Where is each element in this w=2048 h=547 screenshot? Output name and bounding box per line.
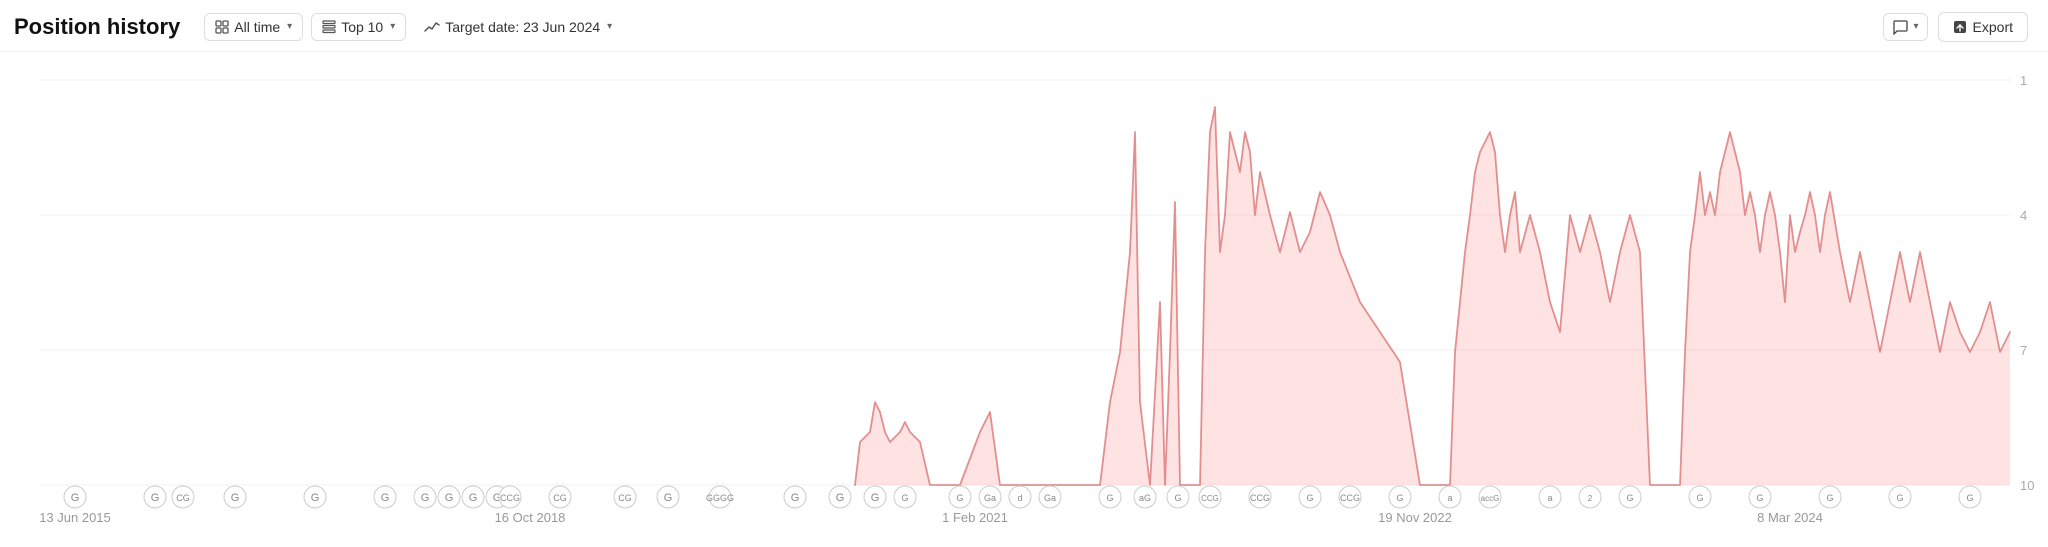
svg-text:G: G xyxy=(1174,493,1181,503)
chevron-down-icon-2: ▾ xyxy=(390,21,395,32)
comment-icon xyxy=(1892,19,1908,35)
trend-icon xyxy=(424,20,440,34)
marker-group-2021: G G G G Ga d Ga xyxy=(829,486,1061,508)
svg-text:d: d xyxy=(1017,493,1022,503)
svg-text:G: G xyxy=(231,492,240,504)
marker-group-mid: CCG CG CG G GGGG G xyxy=(499,486,806,508)
y-label-1: 1 xyxy=(2020,73,2027,88)
svg-text:GGGG: GGGG xyxy=(706,493,734,503)
position-history-chart: 1 4 7 10 13 Jun 2015 16 Oct 2018 1 Feb 2… xyxy=(0,52,2048,542)
svg-text:CCG: CCG xyxy=(1250,493,1270,503)
y-label-7: 7 xyxy=(2020,343,2027,358)
right-controls: ▾ Export xyxy=(1883,12,2029,42)
marker-group-left: G G CG G G G G G xyxy=(64,486,508,508)
marker-group-2022: G aG G CCG CCG G CCG G xyxy=(1099,486,1411,508)
svg-text:G: G xyxy=(901,493,908,503)
svg-text:G: G xyxy=(1106,493,1113,503)
y-label-10: 10 xyxy=(2020,478,2034,493)
svg-text:CCG: CCG xyxy=(1340,493,1360,503)
target-date-label: Target date: 23 Jun 2024 xyxy=(445,19,600,35)
svg-text:G: G xyxy=(664,492,673,504)
svg-text:2: 2 xyxy=(1588,494,1593,503)
svg-text:accG: accG xyxy=(1481,494,1500,503)
grid-icon xyxy=(215,20,229,34)
svg-text:Ga: Ga xyxy=(1044,493,1056,503)
svg-text:G: G xyxy=(381,492,390,504)
chart-area: 1 4 7 10 13 Jun 2015 16 Oct 2018 1 Feb 2… xyxy=(0,52,2048,542)
export-label: Export xyxy=(1973,19,2013,35)
x-label-2022: 19 Nov 2022 xyxy=(1378,510,1452,525)
all-time-label: All time xyxy=(234,19,280,35)
svg-text:G: G xyxy=(1826,493,1833,503)
x-label-2018: 16 Oct 2018 xyxy=(495,510,566,525)
svg-text:G: G xyxy=(1966,493,1973,503)
svg-text:G: G xyxy=(1306,493,1313,503)
y-label-4: 4 xyxy=(2020,208,2027,223)
chevron-down-icon-3: ▾ xyxy=(607,21,612,32)
svg-text:G: G xyxy=(1626,493,1633,503)
all-time-filter[interactable]: All time ▾ xyxy=(204,13,303,41)
x-label-2021: 1 Feb 2021 xyxy=(942,510,1008,525)
comment-button[interactable]: ▾ xyxy=(1883,13,1928,41)
svg-text:G: G xyxy=(871,492,880,504)
top-10-filter[interactable]: Top 10 ▾ xyxy=(311,13,406,41)
chevron-down-icon: ▾ xyxy=(287,21,292,32)
page-container: Position history All time ▾ Top 10 ▾ xyxy=(0,0,2048,542)
marker-group-2024: a accG a 2 G G G G G G xyxy=(1439,486,1981,508)
list-icon xyxy=(322,20,336,34)
svg-text:G: G xyxy=(836,492,845,504)
x-label-2024: 8 Mar 2024 xyxy=(1757,510,1823,525)
chevron-down-icon-4: ▾ xyxy=(1914,21,1919,32)
toolbar: Position history All time ▾ Top 10 ▾ xyxy=(0,0,2048,52)
svg-text:CCG: CCG xyxy=(500,493,520,503)
svg-text:CG: CG xyxy=(176,493,190,503)
svg-text:G: G xyxy=(1896,493,1903,503)
chart-fill-area xyxy=(855,107,2010,485)
svg-text:Ga: Ga xyxy=(984,493,996,503)
svg-text:G: G xyxy=(445,492,454,504)
svg-text:CG: CG xyxy=(618,493,632,503)
svg-text:aG: aG xyxy=(1139,493,1151,503)
page-title: Position history xyxy=(14,14,180,40)
top-10-label: Top 10 xyxy=(341,19,383,35)
svg-text:G: G xyxy=(71,492,80,504)
svg-text:G: G xyxy=(311,492,320,504)
x-label-2015: 13 Jun 2015 xyxy=(39,510,111,525)
svg-text:G: G xyxy=(1696,493,1703,503)
svg-text:G: G xyxy=(469,492,478,504)
svg-text:CCG: CCG xyxy=(1201,494,1219,503)
target-date-filter[interactable]: Target date: 23 Jun 2024 ▾ xyxy=(414,14,622,40)
export-button[interactable]: Export xyxy=(1938,12,2028,42)
svg-text:a: a xyxy=(1547,493,1552,503)
svg-text:G: G xyxy=(791,492,800,504)
export-icon xyxy=(1953,20,1967,34)
svg-text:G: G xyxy=(956,493,963,503)
svg-text:CG: CG xyxy=(553,493,567,503)
svg-text:G: G xyxy=(421,492,430,504)
svg-text:G: G xyxy=(1396,493,1403,503)
svg-text:G: G xyxy=(151,492,160,504)
svg-text:a: a xyxy=(1447,493,1452,503)
svg-text:G: G xyxy=(1756,493,1763,503)
